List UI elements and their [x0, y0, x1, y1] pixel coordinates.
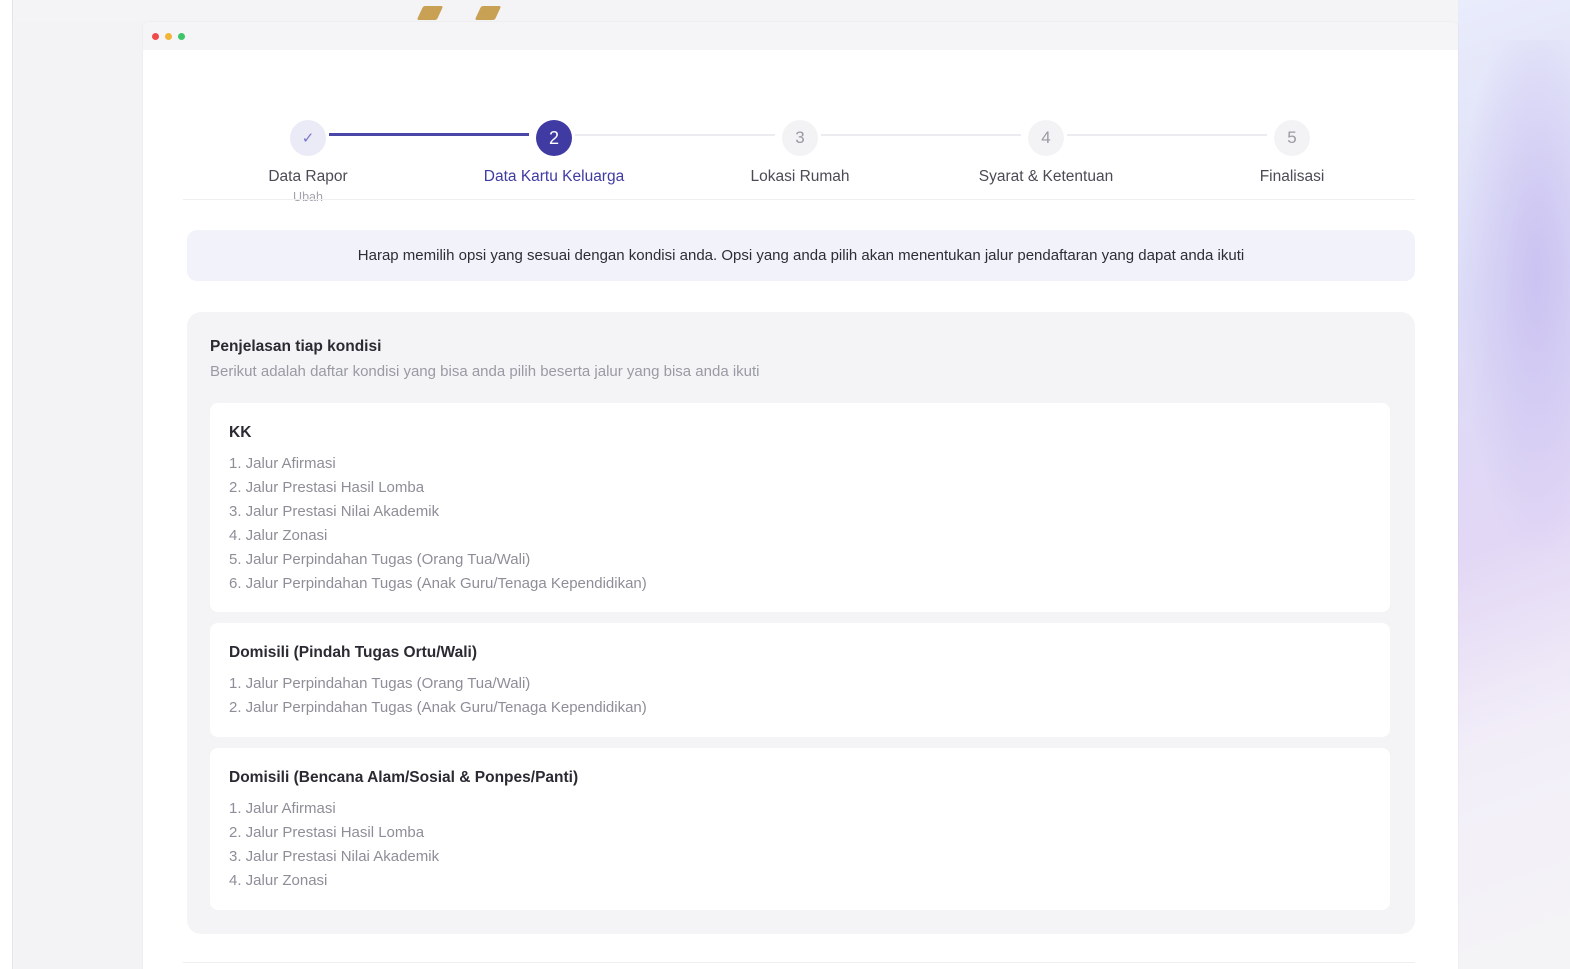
- info-banner-text: Harap memilih opsi yang sesuai dengan ko…: [357, 247, 1245, 264]
- step-lokasi-rumah[interactable]: 3 Lokasi Rumah: [700, 120, 900, 186]
- card-title: Domisili (Bencana Alam/Sosial & Ponpes/P…: [229, 769, 579, 786]
- step-label: Finalisasi: [1259, 168, 1325, 185]
- route-list: 1. Jalur Afirmasi 2. Jalur Prestasi Hasi…: [229, 797, 439, 893]
- condition-explanation-panel: Penjelasan tiap kondisi Berikut adalah d…: [187, 312, 1415, 934]
- step-finalisasi[interactable]: 5 Finalisasi: [1192, 120, 1392, 186]
- maximize-window-dot[interactable]: [178, 33, 185, 40]
- bottom-divider: [183, 962, 1415, 963]
- window-titlebar: [143, 22, 1458, 50]
- condition-card-domisili-bencana: Domisili (Bencana Alam/Sosial & Ponpes/P…: [210, 748, 1390, 910]
- condition-card-kk: KK 1. Jalur Afirmasi 2. Jalur Prestasi H…: [210, 403, 1390, 612]
- route-item: 1. Jalur Perpindahan Tugas (Orang Tua/Wa…: [229, 675, 531, 692]
- route-item: 4. Jalur Zonasi: [229, 872, 328, 889]
- close-window-dot[interactable]: [152, 33, 159, 40]
- background-left-shadow: [12, 0, 14, 969]
- step-number: 4: [1028, 120, 1064, 156]
- browser-window: ✓ Data Rapor Ubah 2 Data Kartu Keluarga …: [143, 22, 1458, 969]
- panel-title: Penjelasan tiap kondisi: [210, 338, 382, 355]
- minimize-window-dot[interactable]: [165, 33, 172, 40]
- step-number: 5: [1274, 120, 1310, 156]
- route-item: 2. Jalur Prestasi Hasil Lomba: [229, 824, 425, 841]
- route-item: 1. Jalur Afirmasi: [229, 800, 336, 817]
- route-item: 6. Jalur Perpindahan Tugas (Anak Guru/Te…: [229, 575, 647, 592]
- route-item: 5. Jalur Perpindahan Tugas (Orang Tua/Wa…: [229, 551, 531, 568]
- step-label: Lokasi Rumah: [750, 168, 850, 185]
- route-list: 1. Jalur Afirmasi 2. Jalur Prestasi Hasi…: [229, 452, 647, 596]
- route-item: 4. Jalur Zonasi: [229, 527, 328, 544]
- step-label: Data Rapor: [268, 168, 348, 185]
- step-data-rapor[interactable]: ✓ Data Rapor Ubah: [208, 120, 408, 204]
- step-number: 2: [536, 120, 572, 156]
- stepper-divider: [183, 199, 1415, 200]
- step-syarat-ketentuan[interactable]: 4 Syarat & Ketentuan: [946, 120, 1146, 186]
- route-item: 3. Jalur Prestasi Nilai Akademik: [229, 848, 440, 865]
- route-list: 1. Jalur Perpindahan Tugas (Orang Tua/Wa…: [229, 672, 647, 720]
- route-item: 1. Jalur Afirmasi: [229, 455, 336, 472]
- card-title: Domisili (Pindah Tugas Ortu/Wali): [229, 644, 478, 661]
- background-top: [14, 0, 1458, 22]
- route-item: 3. Jalur Prestasi Nilai Akademik: [229, 503, 440, 520]
- step-number: 3: [782, 120, 818, 156]
- step-edit-link[interactable]: Ubah: [208, 190, 408, 204]
- check-icon: ✓: [290, 120, 326, 156]
- step-label: Data Kartu Keluarga: [483, 168, 625, 185]
- background-glow: [1458, 40, 1570, 560]
- registration-stepper: ✓ Data Rapor Ubah 2 Data Kartu Keluarga …: [143, 50, 1458, 220]
- step-data-kartu-keluarga[interactable]: 2 Data Kartu Keluarga: [454, 120, 654, 186]
- step-label: Syarat & Ketentuan: [978, 168, 1114, 185]
- condition-card-domisili-pindah-tugas: Domisili (Pindah Tugas Ortu/Wali) 1. Jal…: [210, 623, 1390, 737]
- panel-subtitle: Berikut adalah daftar kondisi yang bisa …: [210, 363, 760, 380]
- route-item: 2. Jalur Prestasi Hasil Lomba: [229, 479, 425, 496]
- info-banner: Harap memilih opsi yang sesuai dengan ko…: [187, 230, 1415, 281]
- route-item: 2. Jalur Perpindahan Tugas (Anak Guru/Te…: [229, 699, 647, 716]
- card-title: KK: [229, 424, 252, 441]
